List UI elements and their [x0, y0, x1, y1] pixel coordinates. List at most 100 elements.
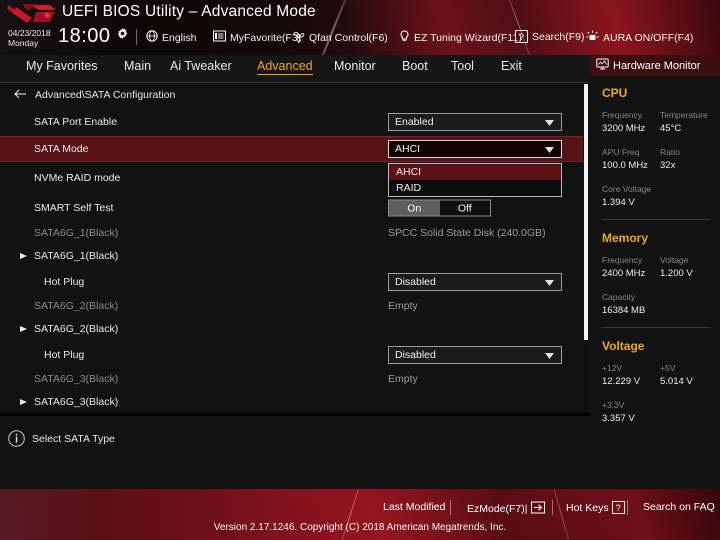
setting-label: SMART Self Test — [34, 202, 114, 214]
tab-advanced[interactable]: Advanced — [257, 59, 313, 75]
footer-hot-keys[interactable]: Hot Keys ? — [566, 501, 625, 514]
submenu-row-sata6g-1[interactable]: SATA6G_1(Black) — [0, 243, 583, 269]
tab-boot[interactable]: Boot — [402, 59, 428, 73]
combo-value: Disabled — [395, 349, 436, 361]
question-box-icon: ? — [611, 501, 625, 514]
hardware-monitor-panel: Hardware Monitor CPU Frequency 3200 MHz … — [590, 55, 720, 489]
setting-label: SATA6G_3(Black) — [34, 373, 119, 385]
help-bar: Select SATA Type — [0, 413, 590, 489]
tab-my-favorites[interactable]: My Favorites — [26, 59, 98, 73]
rail-5v-key: +5V — [660, 363, 676, 373]
header-item-label: AURA ON/OFF(F4) — [603, 31, 694, 44]
sidebar-divider-1 — [602, 219, 710, 220]
header-item-search[interactable]: ? Search(F9) — [515, 30, 585, 43]
sata-mode-combo[interactable]: AHCI — [388, 140, 562, 158]
setting-label: SATA6G_1(Black) — [34, 250, 119, 262]
tab-tool[interactable]: Tool — [451, 59, 474, 73]
setting-row-sata-port-enable[interactable]: SATA Port Enable Enabled — [0, 109, 583, 135]
footer-search-on-faq[interactable]: Search on FAQ — [643, 501, 715, 513]
mem-capacity-key: Capacity — [602, 292, 636, 302]
toggle-off-button[interactable]: Off — [439, 200, 490, 216]
tab-ai-tweaker[interactable]: Ai Tweaker — [170, 59, 232, 73]
dropdown-option-raid[interactable]: RAID — [389, 180, 561, 196]
hot-plug-1-combo[interactable]: Disabled — [388, 273, 562, 291]
hardware-monitor-title: Hardware Monitor — [613, 59, 701, 72]
header-item-label: Qfan Control(F6) — [309, 31, 388, 44]
cpu-frequency-value: 3200 MHz — [602, 123, 646, 134]
bios-screen: UEFI BIOS Utility – Advanced Mode 04/23/… — [0, 0, 720, 540]
sata-mode-dropdown-list[interactable]: AHCI RAID — [388, 163, 562, 197]
mem-frequency-key: Frequency — [602, 255, 643, 265]
info-icon — [8, 430, 25, 452]
setting-label: Hot Plug — [44, 276, 85, 288]
fan-icon — [292, 30, 305, 45]
setting-row-hot-plug-1[interactable]: Hot Plug Disabled — [0, 269, 583, 295]
mem-voltage-value: 1.200 V — [660, 268, 693, 279]
clock-display: 18:00 — [58, 25, 111, 47]
tab-main[interactable]: Main — [124, 59, 151, 73]
star-list-icon — [213, 30, 226, 45]
rail-33v-value: 3.357 V — [602, 413, 635, 424]
submenu-row-sata6g-3[interactable]: SATA6G_3(Black) — [0, 389, 583, 413]
question-box-icon: ? — [515, 30, 528, 43]
cpu-frequency-key: Frequency — [602, 110, 643, 120]
toggle-on-button[interactable]: On — [389, 200, 440, 216]
ratio-key: Ratio — [660, 147, 680, 157]
footer-last-modified[interactable]: Last Modified — [383, 501, 445, 513]
smart-self-test-toggle[interactable]: On Off — [388, 199, 491, 217]
header-divider — [136, 29, 137, 45]
tab-exit[interactable]: Exit — [501, 59, 522, 73]
main-menu-bar: My Favorites Main Ai Tweaker Advanced Mo… — [0, 55, 590, 83]
header-item-english[interactable]: English — [146, 30, 196, 45]
setting-row-hot-plug-2[interactable]: Hot Plug Disabled — [0, 342, 583, 368]
ratio-value: 32x — [660, 160, 676, 171]
help-text: Select SATA Type — [32, 433, 115, 445]
monitor-icon — [596, 57, 609, 75]
mem-voltage-key: Voltage — [660, 255, 689, 265]
chevron-right-icon — [20, 393, 28, 411]
header-item-myfavorite[interactable]: MyFavorite(F3) — [213, 30, 301, 45]
sidebar-divider-2 — [602, 327, 710, 328]
device-value: SPCC Solid State Disk (240.0GB) — [388, 227, 546, 239]
setting-row-smart-self-test[interactable]: SMART Self Test On Off — [0, 195, 583, 221]
sidebar-section-voltage: Voltage — [602, 339, 645, 353]
apu-freq-key: APU Freq — [602, 147, 640, 157]
header-item-label: MyFavorite(F3) — [230, 31, 302, 44]
footer-divider-3 — [627, 500, 628, 515]
tab-monitor[interactable]: Monitor — [334, 59, 376, 73]
cpu-temperature-value: 45°C — [660, 123, 682, 134]
content-scrollbar-thumb[interactable] — [584, 84, 588, 340]
exit-arrow-icon — [530, 501, 545, 517]
hot-plug-2-combo[interactable]: Disabled — [388, 346, 562, 364]
submenu-row-sata6g-2[interactable]: SATA6G_2(Black) — [0, 316, 583, 342]
combo-value: Disabled — [395, 276, 436, 288]
device-value: Empty — [388, 373, 418, 385]
footer-label: Search on FAQ — [643, 501, 715, 513]
rail-12v-value: 12.229 V — [602, 376, 641, 387]
mem-frequency-value: 2400 MHz — [602, 268, 646, 279]
setting-label: SATA Port Enable — [34, 116, 118, 128]
chevron-right-icon — [20, 247, 28, 265]
setting-row-sata-mode[interactable]: SATA Mode AHCI — [0, 136, 583, 162]
header-item-ez-tuning-wizard[interactable]: EZ Tuning Wizard(F11) — [399, 30, 522, 45]
header-item-qfan-control[interactable]: Qfan Control(F6) — [292, 30, 388, 45]
device-value: Empty — [388, 300, 418, 312]
setting-label: SATA6G_2(Black) — [34, 300, 119, 312]
date-display: 04/23/2018 Monday — [8, 28, 51, 48]
back-arrow-icon[interactable] — [14, 89, 27, 102]
header-item-label: Search(F9) — [532, 30, 585, 43]
header-item-label: EZ Tuning Wizard(F11) — [414, 31, 522, 44]
footer-ezmode[interactable]: EzMode(F7)| — [467, 501, 545, 517]
sata-port-enable-combo[interactable]: Enabled — [388, 113, 562, 131]
header-item-aura[interactable]: AURA ON/OFF(F4) — [586, 30, 693, 45]
rail-5v-value: 5.014 V — [660, 376, 693, 387]
footer-divider-1 — [450, 500, 451, 515]
globe-icon — [146, 30, 158, 45]
combo-value: AHCI — [395, 143, 421, 155]
chevron-right-icon — [20, 320, 28, 338]
chevron-down-icon — [545, 140, 561, 158]
dropdown-option-ahci[interactable]: AHCI — [389, 164, 561, 180]
gear-icon[interactable] — [117, 26, 128, 44]
core-voltage-value: 1.394 V — [602, 197, 635, 208]
core-voltage-key: Core Voltage — [602, 184, 652, 194]
